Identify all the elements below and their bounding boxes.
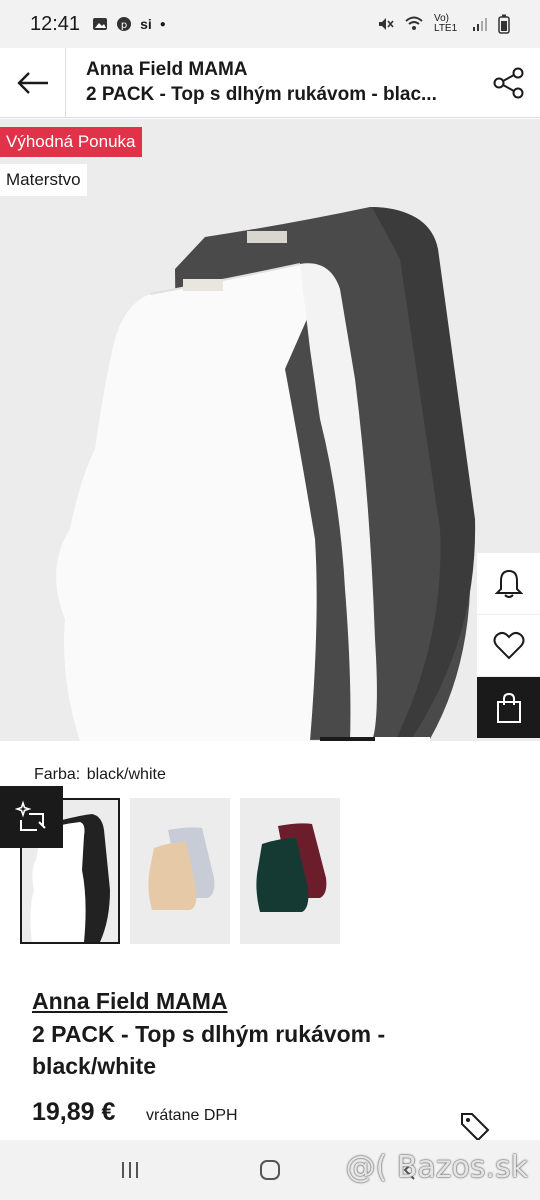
color-thumb-green-burgundy[interactable] [240, 798, 340, 944]
status-right-icons: Vo) LTE1 [376, 14, 510, 34]
deal-badge: Výhodná Ponuka [0, 127, 142, 157]
header-titles: Anna Field MAMA 2 PACK - Top s dlhým ruk… [66, 58, 478, 108]
product-image [56, 207, 476, 741]
color-label-prefix: Farba: [34, 766, 81, 783]
gallery-indicator-active [320, 737, 375, 741]
visual-search-button[interactable] [0, 786, 63, 848]
si-icon: si [140, 16, 152, 32]
product-name: 2 PACK - Top s dlhým rukávom - black/whi… [32, 1021, 386, 1079]
status-notification-icons: p si ● [92, 16, 166, 32]
signal-icon [473, 18, 487, 31]
gallery-indicator [320, 737, 430, 741]
image-icon [93, 18, 108, 30]
color-thumb-beige-grey[interactable] [130, 798, 230, 944]
side-actions [477, 553, 540, 739]
vat-note: vrátane DPH [146, 1107, 238, 1124]
dot-icon: ● [159, 18, 166, 30]
add-to-bag-button[interactable] [477, 677, 540, 739]
sparkle-crop-icon [14, 800, 46, 831]
product-gallery[interactable]: Výhodná Ponuka Materstvo [0, 119, 540, 741]
share-icon [493, 67, 524, 98]
mute-icon [379, 18, 394, 30]
app-header: Anna Field MAMA 2 PACK - Top s dlhým ruk… [0, 47, 540, 118]
product-price: 19,89 € [32, 1098, 116, 1126]
thumb-image [256, 823, 327, 912]
product-brand-link[interactable]: Anna Field MAMA [32, 988, 228, 1015]
color-label: Farba: black/white [32, 766, 166, 784]
category-badge: Materstvo [0, 164, 87, 196]
recent-apps-icon[interactable] [118, 1158, 142, 1182]
thumb-image [148, 827, 215, 910]
color-thumbnails [20, 798, 340, 944]
battery-icon [498, 14, 510, 34]
arrow-left-icon [16, 71, 48, 94]
notify-button[interactable] [477, 553, 540, 615]
back-button[interactable] [0, 47, 66, 118]
watermark: @( Bazos.sk [345, 1150, 528, 1185]
bell-icon [494, 569, 523, 598]
status-time: 12:41 [30, 12, 81, 35]
svg-text:p: p [121, 20, 127, 31]
header-brand: Anna Field MAMA [86, 58, 248, 80]
pinterest-icon: p [117, 17, 132, 31]
status-bar: 12:41 p si ● Vo) LTE1 [0, 0, 540, 48]
color-value: black/white [86, 766, 166, 783]
share-button[interactable] [478, 48, 540, 118]
home-icon[interactable] [258, 1158, 282, 1182]
wifi-icon [405, 16, 423, 30]
gallery-indicator-inactive [375, 737, 430, 741]
header-product-title: 2 PACK - Top s dlhým rukávom - blac... [86, 83, 437, 105]
shopping-bag-icon [496, 692, 521, 723]
wishlist-button[interactable] [477, 615, 540, 677]
network-label: Vo) LTE1 [434, 13, 458, 34]
heart-icon [493, 631, 524, 659]
